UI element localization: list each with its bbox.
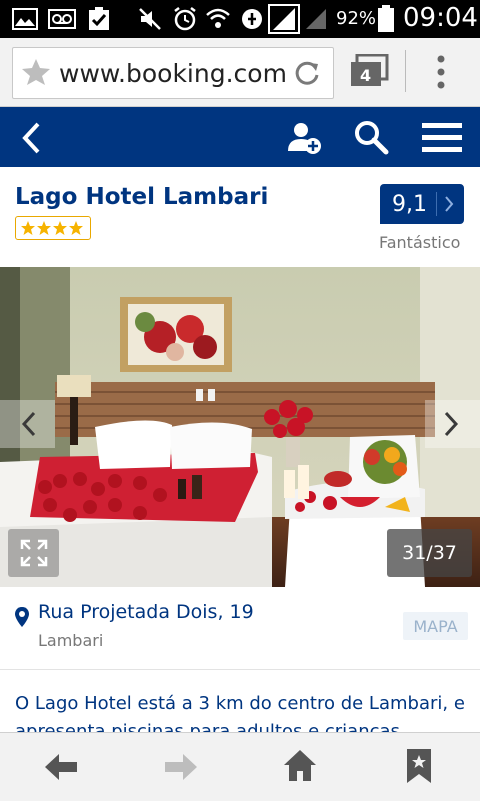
signal-icon-2 <box>304 7 328 31</box>
tab-count: 4 <box>360 66 372 85</box>
reload-icon[interactable] <box>293 59 321 91</box>
next-photo-button[interactable] <box>425 400 480 448</box>
data-saver-icon <box>240 7 264 31</box>
site-navbar <box>0 107 480 167</box>
expand-icon <box>20 539 48 567</box>
alarm-icon <box>172 7 198 31</box>
back-arrow-icon[interactable] <box>20 121 42 159</box>
chevron-right-photo-icon <box>425 400 480 448</box>
photo-counter: 31/37 <box>387 529 472 577</box>
signal-icon <box>268 4 300 34</box>
chevron-left-icon <box>0 400 55 448</box>
star-icon[interactable] <box>21 58 51 90</box>
hotel-city: Lambari <box>38 631 104 650</box>
browser-toolbar: www.booking.com 4 <box>0 38 480 107</box>
score-divider <box>436 192 437 216</box>
hamburger-menu-icon[interactable] <box>422 122 462 158</box>
review-score-badge[interactable]: 9,1 <box>380 184 464 224</box>
hotel-address[interactable]: Rua Projetada Dois, 19 <box>38 601 254 623</box>
map-button[interactable]: MAPA <box>403 612 468 640</box>
tabs-button[interactable]: 4 <box>349 54 389 88</box>
image-icon <box>12 7 38 31</box>
browser-bottom-bar <box>0 732 480 801</box>
back-icon[interactable] <box>43 751 79 787</box>
forward-icon[interactable] <box>163 751 199 787</box>
voicemail-icon <box>48 7 76 31</box>
star-rating-icon <box>21 221 83 235</box>
location-pin-icon <box>14 606 30 632</box>
toolbar-divider <box>405 50 406 92</box>
battery-percent: 92% <box>336 8 377 29</box>
mute-icon <box>138 7 162 31</box>
hotel-title: Lago Hotel Lambari <box>15 184 269 210</box>
section-divider <box>0 669 480 670</box>
clipboard-check-icon <box>88 7 110 31</box>
fullscreen-button[interactable] <box>8 529 59 577</box>
battery-icon <box>377 5 395 32</box>
prev-photo-button[interactable] <box>0 400 55 448</box>
bookmark-icon[interactable] <box>405 747 433 789</box>
review-score-word: Fantástico <box>379 233 461 252</box>
status-bar: 92% 09:04 <box>0 0 480 38</box>
wifi-icon <box>205 7 231 31</box>
address-bar[interactable]: www.booking.com <box>12 47 334 99</box>
star-rating <box>15 216 91 240</box>
search-icon[interactable] <box>353 119 389 159</box>
menu-dots-icon[interactable] <box>436 54 446 94</box>
chevron-right-icon <box>444 195 454 217</box>
home-icon[interactable] <box>282 748 318 788</box>
add-user-icon[interactable] <box>286 119 324 161</box>
status-clock: 09:04 <box>403 3 478 33</box>
review-score: 9,1 <box>392 192 427 217</box>
url-text: www.booking.com <box>59 59 287 88</box>
